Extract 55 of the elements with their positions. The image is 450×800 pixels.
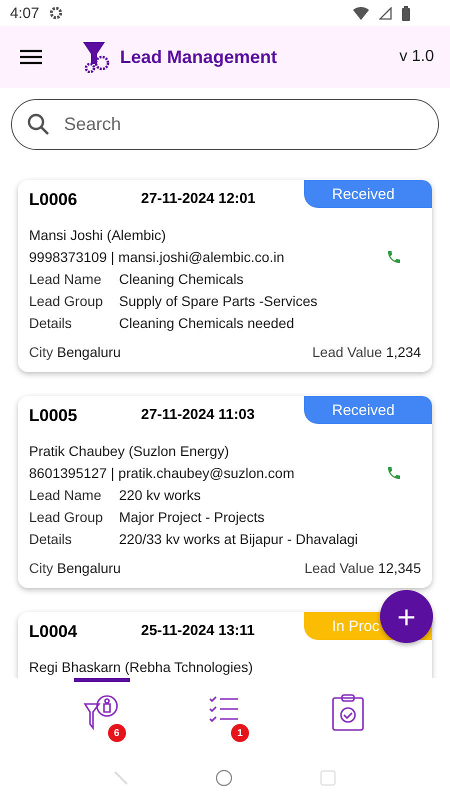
status-tag: Received xyxy=(304,180,432,208)
nav-tab[interactable]: 1 xyxy=(196,678,253,755)
search-field[interactable]: Search xyxy=(11,99,439,150)
lead-datetime: 25-11-2024 13:11 xyxy=(141,623,256,639)
status-time: 4:07 xyxy=(10,4,40,22)
search-icon xyxy=(27,113,49,135)
field-value: 220 kv works xyxy=(119,487,201,503)
lead-id: L0004 xyxy=(29,622,78,642)
city-value: Bengaluru xyxy=(57,560,121,576)
lead-id: L0005 xyxy=(29,406,78,426)
lead-value: 1,234 xyxy=(386,344,421,360)
contact-info: 8601395127 | pratik.chaubey@suzlon.com xyxy=(29,465,294,481)
lead-value-label: Lead Value xyxy=(312,344,382,360)
field-value: 220/33 kv works at Bijapur - Dhavalagi xyxy=(119,531,358,547)
phone-icon[interactable] xyxy=(386,465,402,481)
nav-tab[interactable]: 6 xyxy=(74,678,130,755)
status-tag: Received xyxy=(304,396,432,424)
field-label: Lead Name xyxy=(29,487,102,503)
lead-value: 12,345 xyxy=(378,560,421,576)
settings-icon xyxy=(49,6,64,20)
field-label: Lead Group xyxy=(29,509,104,525)
lead-value-label: Lead Value xyxy=(304,560,374,576)
field-value: Cleaning Chemicals xyxy=(119,271,244,287)
clipboard-check-icon xyxy=(331,694,366,732)
city-label: City xyxy=(29,344,54,360)
count-badge: 1 xyxy=(230,724,249,742)
add-button[interactable]: + xyxy=(380,590,433,643)
menu-icon[interactable] xyxy=(20,49,42,65)
battery-icon xyxy=(402,6,410,20)
lead-card[interactable] xyxy=(18,180,432,372)
field-label: Lead Name xyxy=(29,271,102,287)
contact-name: Regi Bhaskarn (Rebha Tchnologies) xyxy=(29,659,253,675)
city-value: Bengaluru xyxy=(57,344,121,360)
field-label: Details xyxy=(29,315,73,331)
lead-datetime: 27-11-2024 12:01 xyxy=(141,191,256,207)
phone-icon[interactable] xyxy=(386,249,402,265)
city-label: City xyxy=(29,560,54,576)
count-badge: 6 xyxy=(108,724,126,742)
funnel-gears-logo xyxy=(82,41,112,73)
lead-datetime: 27-11-2024 11:03 xyxy=(141,407,256,423)
version-label: v 1.0 xyxy=(399,48,434,66)
signal-icon xyxy=(379,6,392,20)
field-value: Major Project - Projects xyxy=(119,509,264,525)
contact-info: 9998373109 | mansi.joshi@alembic.co.in xyxy=(29,249,284,265)
contact-name: Pratik Chaubey (Suzlon Energy) xyxy=(29,443,229,459)
field-label: Details xyxy=(29,531,73,547)
home-icon[interactable] xyxy=(214,768,233,786)
field-value: Cleaning Chemicals needed xyxy=(119,315,294,331)
field-label: Lead Group xyxy=(29,293,104,309)
wifi-icon xyxy=(353,6,369,20)
lead-card[interactable] xyxy=(18,396,432,588)
lead-id: L0006 xyxy=(29,190,78,210)
field-value: Supply of Spare Parts -Services xyxy=(119,293,318,309)
app-title: Lead Management xyxy=(120,46,278,68)
contact-name: Mansi Joshi (Alembic) xyxy=(29,227,166,243)
